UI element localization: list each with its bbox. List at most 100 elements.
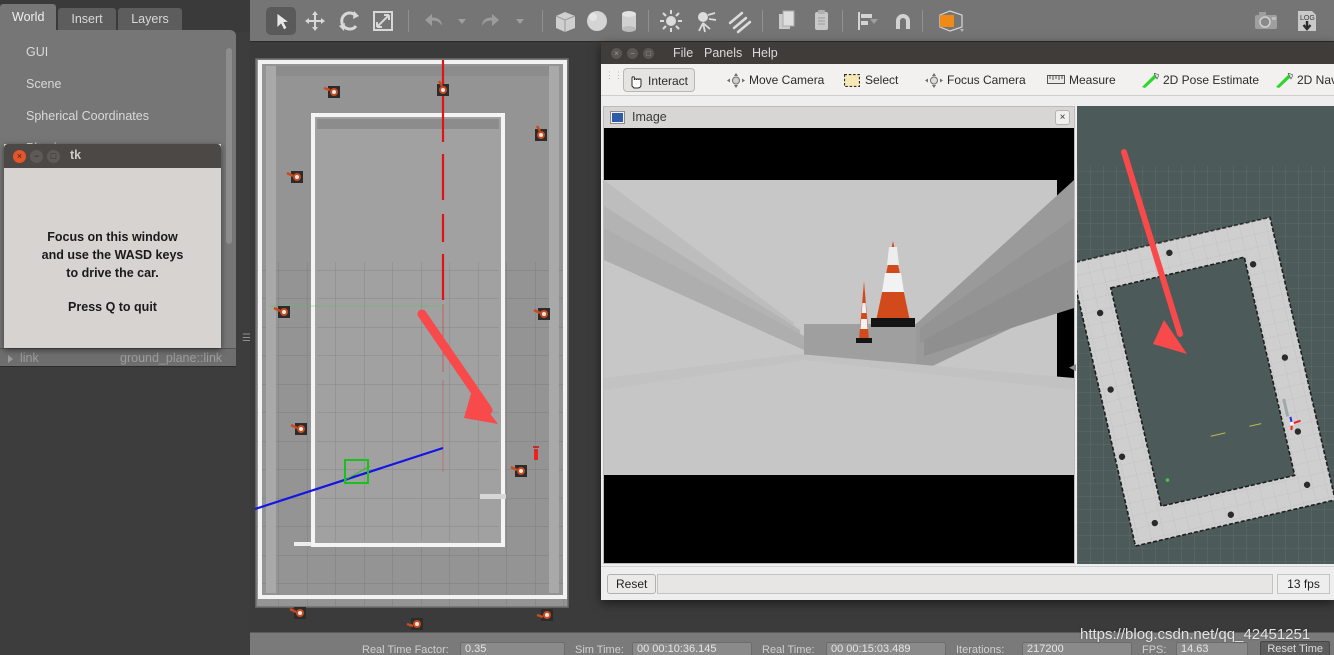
tab-world-label: World <box>12 10 45 24</box>
gazebo-toolbar: LOG <box>250 0 1334 42</box>
svg-text:LOG: LOG <box>1300 15 1315 22</box>
sim-time-label: Sim Time: <box>575 644 624 655</box>
menu-help[interactable]: Help <box>752 46 778 60</box>
tab-insert[interactable]: Insert <box>58 8 116 32</box>
screenshot-icon[interactable] <box>1250 7 1282 35</box>
undo-icon[interactable] <box>418 7 448 35</box>
tool-measure-label: Measure <box>1069 73 1116 87</box>
copy-icon[interactable] <box>772 7 802 35</box>
snap-icon[interactable] <box>888 7 918 35</box>
sphere-icon[interactable] <box>582 7 612 35</box>
real-time-factor-label: Real Time Factor: <box>362 644 449 655</box>
redo-icon[interactable] <box>476 7 506 35</box>
point-light-icon[interactable] <box>656 7 686 35</box>
panel-splitter-handle[interactable]: ◀ <box>1069 362 1076 373</box>
rotate-icon[interactable] <box>334 7 364 35</box>
tree-item-label: GUI <box>26 45 49 59</box>
tk-message-line-2: and use the WASD keys <box>41 248 184 262</box>
maximize-icon: □ <box>646 49 651 58</box>
image-panel-header[interactable]: Image × <box>604 107 1074 128</box>
menu-panels[interactable]: Panels <box>704 46 742 60</box>
image-panel-title: Image <box>632 110 667 124</box>
tk-minimize-button[interactable]: − <box>30 150 43 163</box>
box-icon[interactable] <box>550 7 580 35</box>
hand-cursor-icon <box>631 76 642 89</box>
image-display-icon <box>610 111 625 124</box>
tk-maximize-button[interactable]: □ <box>47 150 60 163</box>
gazebo-left-panel: World Insert Layers GUI Scene Spherical … <box>0 0 251 655</box>
reset-time-button[interactable]: Reset Time <box>1260 641 1330 655</box>
paste-icon[interactable] <box>806 7 836 35</box>
close-icon: × <box>1059 112 1066 123</box>
tool-focus-camera-label: Focus Camera <box>947 73 1026 87</box>
view-angle-icon[interactable] <box>932 7 972 35</box>
tree-item-gui[interactable]: GUI <box>0 44 236 60</box>
tk-window-title: tk <box>70 148 82 162</box>
select-rect-icon <box>844 74 860 87</box>
log-record-icon[interactable]: LOG <box>1290 7 1322 35</box>
watermark-text: https://blog.csdn.net/qq_42451251 <box>1080 626 1311 643</box>
close-icon: × <box>614 49 619 58</box>
real-time-factor-value: 0.35 <box>460 642 565 655</box>
tool-2d-nav-goal[interactable]: 2D Nav Goal <box>1273 68 1334 92</box>
property-value: ground_plane::link <box>120 351 223 365</box>
spot-light-icon[interactable] <box>690 7 720 35</box>
ruler-icon <box>1047 75 1065 84</box>
rviz-minimize-button[interactable]: − <box>627 48 638 59</box>
tab-layers[interactable]: Layers <box>118 8 182 32</box>
panel-resize-grip[interactable]: ☰ <box>242 334 251 350</box>
tool-2d-pose-estimate[interactable]: 2D Pose Estimate <box>1139 68 1265 92</box>
chevron-right-icon[interactable] <box>8 355 13 363</box>
tool-2d-nav-goal-label: 2D Nav Goal <box>1297 73 1334 87</box>
tk-message-line-3: to drive the car. <box>66 266 159 280</box>
rviz-maximize-button[interactable]: □ <box>643 48 654 59</box>
menu-file[interactable]: File <box>673 46 693 60</box>
minimize-icon: − <box>630 49 635 58</box>
tree-item-scene[interactable]: Scene <box>0 76 236 92</box>
sim-time-value: 00 00:10:36.145 <box>632 642 752 655</box>
rviz-status-bar: Reset 13 fps <box>601 566 1334 600</box>
tool-move-camera[interactable]: Move Camera <box>725 68 830 92</box>
tool-select-label: Select <box>865 73 899 87</box>
align-icon[interactable] <box>850 7 880 35</box>
tree-scrollbar[interactable] <box>226 48 232 244</box>
scale-icon[interactable] <box>368 7 398 35</box>
cylinder-icon[interactable] <box>614 7 644 35</box>
tool-focus-camera[interactable]: Focus Camera <box>923 68 1032 92</box>
tool-measure[interactable]: Measure <box>1045 68 1122 92</box>
translate-icon[interactable] <box>300 7 330 35</box>
rviz-3d-view[interactable] <box>1077 106 1334 564</box>
rviz-close-button[interactable]: × <box>611 48 622 59</box>
iterations-value: 217200 <box>1022 642 1132 655</box>
tab-world[interactable]: World <box>0 4 56 32</box>
tk-dialog-window: × − □ tk Focus on this window and use th… <box>4 144 221 348</box>
tool-select[interactable]: Select <box>841 68 904 92</box>
align-dropdown-icon[interactable] <box>870 19 878 24</box>
minimize-icon: − <box>33 151 40 161</box>
pose-arrow-icon <box>1142 73 1159 88</box>
undo-dropdown-icon[interactable] <box>458 19 466 24</box>
real-time-label: Real Time: <box>762 644 815 655</box>
redo-dropdown-icon[interactable] <box>516 19 524 24</box>
camera-image-canvas[interactable] <box>604 128 1074 563</box>
select-arrow-icon[interactable] <box>266 7 296 35</box>
tk-dialog-body: Focus on this window and use the WASD ke… <box>4 168 221 348</box>
iterations-label: Iterations: <box>956 644 1005 655</box>
rviz-titlebar[interactable]: × − □ File Panels Help <box>601 42 1334 64</box>
reset-button[interactable]: Reset <box>607 574 657 594</box>
gazebo-tab-bar: World Insert Layers <box>0 0 250 32</box>
tool-interact-label: Interact <box>648 74 689 88</box>
image-panel-close-button[interactable]: × <box>1055 110 1070 125</box>
tk-message-line-1: Focus on this window <box>47 230 178 244</box>
toolbar-grip[interactable]: ⋮⋮ <box>605 71 623 80</box>
property-row-link[interactable]: link ground_plane::link <box>0 348 236 367</box>
rviz-toolbar: ⋮⋮ Interact Move Camera Select Focus Cam… <box>601 64 1334 96</box>
rviz-status-field <box>657 574 1273 594</box>
tool-interact[interactable]: Interact <box>623 68 696 92</box>
directional-light-icon[interactable] <box>724 7 754 35</box>
nav-goal-arrow-icon <box>1276 73 1293 88</box>
tk-close-button[interactable]: × <box>13 150 26 163</box>
tk-titlebar[interactable]: × − □ tk <box>4 144 221 168</box>
tree-item-label: Scene <box>26 77 62 91</box>
tree-item-spherical-coordinates[interactable]: Spherical Coordinates <box>0 108 236 124</box>
